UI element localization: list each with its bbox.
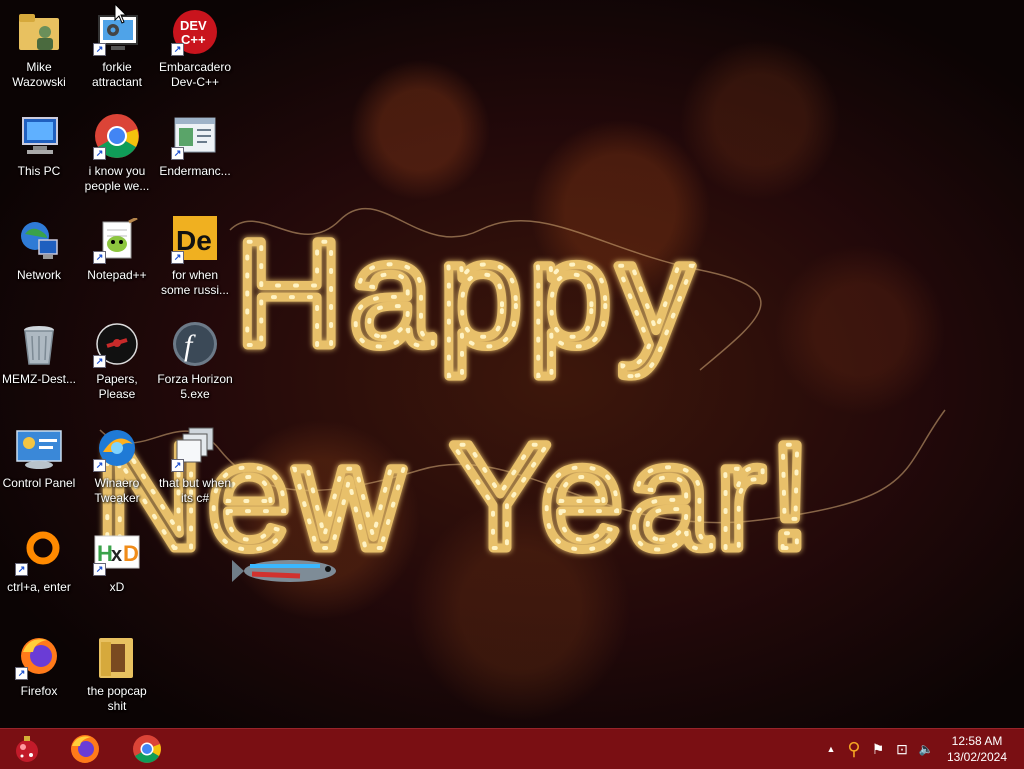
desktop-icon-endermanc[interactable]: ↗ Endermanc... (156, 112, 234, 179)
chrome-icon (133, 735, 161, 763)
desktop-icon-label: for when some russi... (160, 268, 229, 297)
network-icon (21, 222, 58, 259)
desktop-icon-the-popcap-shit[interactable]: the popcap shit (78, 632, 156, 714)
svg-text:C++: C++ (181, 32, 206, 47)
control-panel-icon (16, 430, 62, 469)
shortcut-arrow-icon: ↗ (93, 459, 106, 472)
shortcut-arrow-icon: ↗ (93, 251, 106, 264)
desktop-icon-label: Embarcadero Dev-C++ (158, 60, 232, 89)
desktop-icon-for-when-some-russi[interactable]: De ↗ for when some russi... (156, 216, 234, 298)
tray-flag-icon[interactable]: ⚑ (869, 739, 887, 759)
desktop-icon-label: Notepad++ (87, 268, 147, 282)
start-button[interactable] (2, 729, 52, 769)
computer-icon (22, 117, 58, 154)
desktop-icon-xd[interactable]: H x D ↗ xD (78, 528, 156, 595)
desktop-icon-label: Firefox (20, 684, 58, 698)
desktop-icon-winaero-tweaker[interactable]: ↗ Winaero Tweaker (78, 424, 156, 506)
tray-volume-muted-icon[interactable]: 🔈 (917, 739, 935, 759)
start-ornament-icon (16, 736, 38, 762)
greeting-line-happy-bulbs: Happy (235, 209, 699, 377)
desktop-icon-label: Winaero Tweaker (94, 476, 140, 505)
shortcut-arrow-icon: ↗ (15, 667, 28, 680)
desktop-icon-label: Control Panel (2, 476, 76, 490)
clock-time: 12:58 AM (951, 734, 1003, 748)
desktop-icon-firefox[interactable]: ↗ Firefox (0, 632, 78, 699)
svg-text:D: D (123, 541, 139, 566)
desktop-icon-that-but-when-its-csharp[interactable]: ↗ that but when its c# (156, 424, 234, 506)
desktop-icon-label: Forza Horizon 5.exe (157, 372, 233, 401)
desktop-icon-label: the popcap shit (87, 684, 147, 713)
taskbar-firefox-button[interactable] (60, 729, 110, 769)
desktop-icon-network[interactable]: Network (0, 216, 78, 283)
shortcut-arrow-icon: ↗ (93, 43, 106, 56)
desktop-icon-ctrl-a-enter[interactable]: ↗ ctrl+a, enter (0, 528, 78, 595)
folder-icon (19, 14, 59, 50)
mouse-cursor-icon (114, 3, 128, 24)
shortcut-arrow-icon: ↗ (171, 147, 184, 160)
taskbar-clock[interactable]: 12:58 AM 13/02/2024 (942, 733, 1012, 765)
desktop-icon-memz-dest[interactable]: MEMZ-Dest... (0, 320, 78, 387)
shortcut-arrow-icon: ↗ (15, 563, 28, 576)
desktop-icon-i-know-you-people[interactable]: ↗ i know you people we... (78, 112, 156, 194)
svg-text:x: x (111, 544, 122, 566)
shortcut-arrow-icon: ↗ (93, 147, 106, 160)
desktop-icon-label: i know you people we... (84, 164, 150, 193)
flash-icon: f (173, 322, 217, 366)
desktop-icon-label: Network (16, 268, 61, 282)
shortcut-arrow-icon: ↗ (171, 459, 184, 472)
desktop-icon-label: forkie attractant (91, 60, 143, 89)
desktop-icon-notepad-plus-plus[interactable]: ↗ Notepad++ (78, 216, 156, 283)
desktop-icon-label: MEMZ-Dest... (2, 372, 76, 386)
shortcut-arrow-icon: ↗ (93, 563, 106, 576)
desktop-icon-control-panel[interactable]: Control Panel (0, 424, 78, 491)
taskbar-chrome-button[interactable] (122, 729, 172, 769)
svg-text:DEV: DEV (180, 18, 207, 33)
desktop-icon-label: Mike Wazowski (12, 60, 66, 89)
desktop-icon-this-pc[interactable]: This PC (0, 112, 78, 179)
desktop-icon-forza-horizon-5[interactable]: f Forza Horizon 5.exe (156, 320, 234, 402)
clock-date: 13/02/2024 (946, 750, 1008, 764)
desktop-icon-mike-wazowski[interactable]: Mike Wazowski (0, 8, 78, 90)
tray-network-icon[interactable]: ⊡ (893, 739, 911, 759)
firefox-icon (71, 735, 99, 763)
desktop-icon-label: Papers, Please (96, 372, 138, 401)
desktop-icon-label: xD (109, 580, 125, 594)
desktop-icon-papers-please[interactable]: ↗ Papers, Please (78, 320, 156, 402)
tray-search-icon[interactable]: ⚲ (845, 739, 863, 759)
shortcut-arrow-icon: ↗ (171, 251, 184, 264)
desktop-icon-label: Endermanc... (159, 164, 231, 178)
desktop-icon-embarcadero-dev-cpp[interactable]: DEV C++ ↗ Embarcadero Dev-C++ (156, 8, 234, 90)
recycle-bin-icon (24, 326, 54, 365)
desktop-icon-label: This PC (17, 164, 61, 178)
shortcut-arrow-icon: ↗ (93, 355, 106, 368)
taskbar: ▲ ⚲ ⚑ ⊡ 🔈 12:58 AM 13/02/2024 (0, 728, 1024, 769)
desktop-icon-label: that but when its c# (158, 476, 232, 505)
desktop-icon-label: ctrl+a, enter (7, 580, 71, 594)
tray-overflow-chevron-icon[interactable]: ▲ (822, 739, 840, 759)
shortcut-arrow-icon: ↗ (171, 43, 184, 56)
folder-icon (99, 638, 133, 678)
